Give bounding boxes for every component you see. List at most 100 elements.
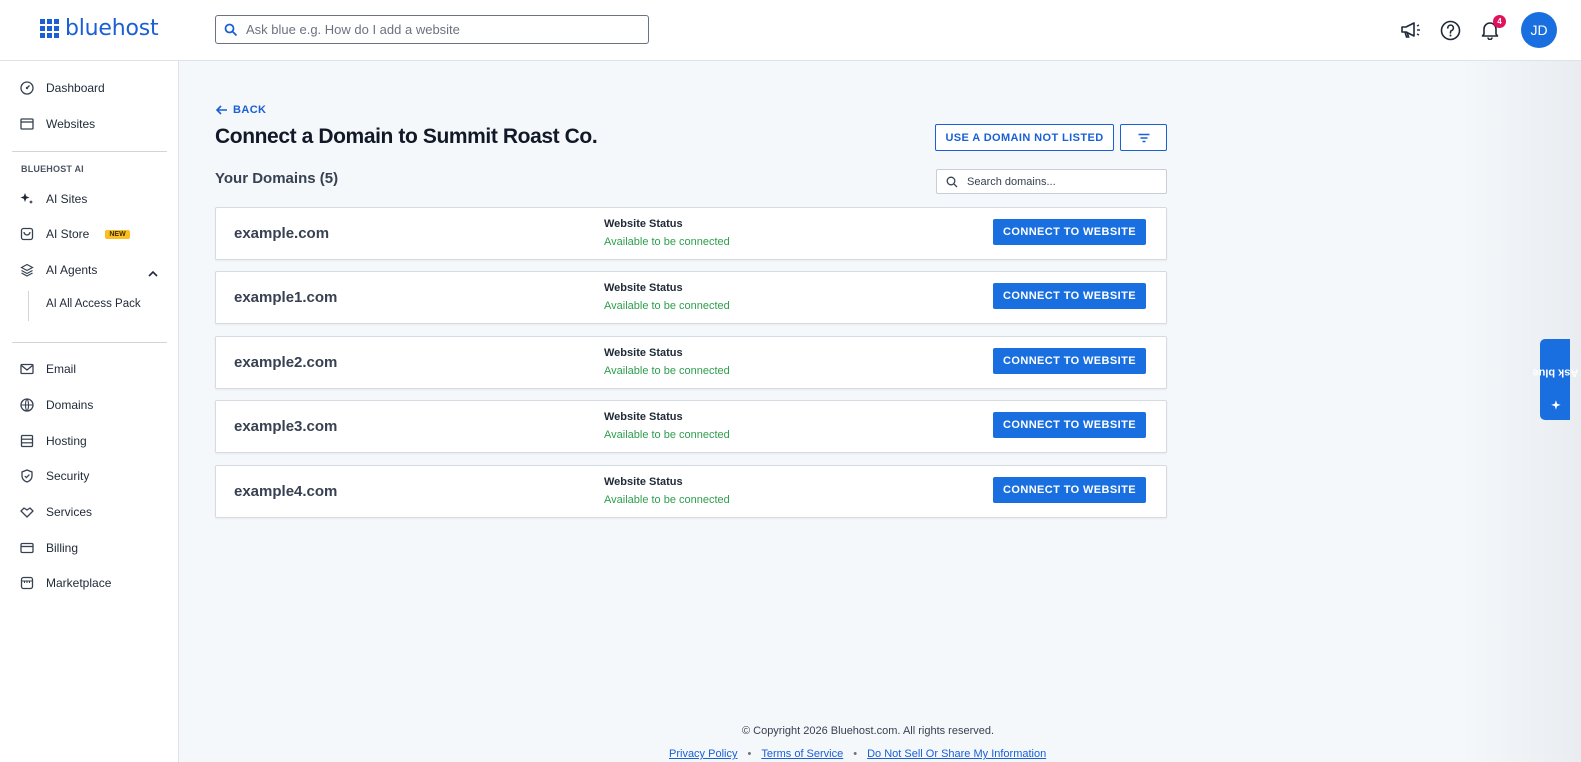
- connect-to-website-button[interactable]: CONNECT TO WEBSITE: [993, 348, 1146, 374]
- connect-to-website-button[interactable]: CONNECT TO WEBSITE: [993, 219, 1146, 245]
- sidebar: Dashboard Websites BLUEHOST AI AI Sites …: [0, 61, 179, 762]
- sidebar-subitem-ai-all-access-pack[interactable]: AI All Access Pack: [46, 298, 141, 310]
- connect-to-website-button[interactable]: CONNECT TO WEBSITE: [993, 283, 1146, 309]
- domain-name: example4.com: [234, 483, 338, 500]
- ask-blue-tab[interactable]: Ask blue: [1532, 339, 1578, 420]
- search-icon: [216, 16, 246, 43]
- sidebar-item-dashboard[interactable]: Dashboard: [20, 78, 105, 98]
- sidebar-item-ai-sites[interactable]: AI Sites: [20, 189, 87, 209]
- domains-heading: Your Domains (5): [215, 170, 339, 187]
- store-icon: [20, 227, 34, 241]
- new-badge: NEW: [105, 229, 130, 239]
- domain-search-input[interactable]: [967, 175, 1157, 188]
- footer-copyright: © Copyright 2026 Bluehost.com. All right…: [741, 725, 995, 737]
- help-icon[interactable]: [1438, 18, 1462, 42]
- domain-name: example2.com: [234, 354, 338, 371]
- shield-icon: [20, 469, 34, 483]
- credit-card-icon: [20, 541, 34, 555]
- website-status-value: Available to be connected: [604, 236, 730, 248]
- website-status-label: Website Status: [604, 347, 683, 359]
- logo-grid-icon: [40, 19, 59, 38]
- sidebar-item-label: Billing: [46, 541, 79, 555]
- sidebar-item-hosting[interactable]: Hosting: [20, 431, 87, 451]
- top-bar: bluehost 4 JD: [0, 0, 1581, 61]
- sidebar-item-billing[interactable]: Billing: [20, 538, 78, 558]
- ask-blue-search[interactable]: [215, 15, 649, 44]
- website-status-value: Available to be connected: [604, 429, 730, 441]
- page-title: Connect a Domain to Summit Roast Co.: [215, 125, 598, 148]
- sidebar-item-label: Domains: [46, 398, 94, 412]
- sidebar-item-websites[interactable]: Websites: [20, 114, 95, 134]
- sidebar-item-ai-store[interactable]: AI Store NEW: [20, 224, 130, 244]
- sidebar-item-label: AI Agents: [46, 263, 98, 277]
- website-status-value: Available to be connected: [604, 300, 730, 312]
- website-status-label: Website Status: [604, 218, 683, 230]
- sidebar-item-ai-agents[interactable]: AI Agents: [20, 260, 97, 280]
- sidebar-item-label: Dashboard: [46, 81, 105, 95]
- sidebar-section-label: BLUEHOST AI: [21, 164, 84, 174]
- sidebar-item-label: AI Sites: [46, 192, 88, 206]
- domain-name: example1.com: [234, 289, 338, 306]
- handshake-icon: [20, 505, 34, 519]
- sidebar-item-label: Marketplace: [46, 576, 112, 590]
- privacy-policy-link[interactable]: Privacy Policy: [669, 748, 737, 760]
- sidebar-item-marketplace[interactable]: Marketplace: [20, 573, 111, 593]
- website-status-value: Available to be connected: [604, 494, 730, 506]
- globe-icon: [20, 398, 34, 412]
- sidebar-item-domains[interactable]: Domains: [20, 395, 93, 415]
- back-label: BACK: [233, 104, 267, 116]
- domain-card: example2.com Website Status Available to…: [215, 336, 1167, 389]
- domain-card: example4.com Website Status Available to…: [215, 465, 1167, 518]
- sidebar-item-label: Services: [46, 505, 93, 519]
- logo-text: bluehost: [65, 16, 159, 41]
- sparkle-icon: [20, 192, 34, 206]
- domain-name: example3.com: [234, 418, 338, 435]
- separator-dot: •: [853, 748, 858, 760]
- server-icon: [20, 434, 34, 448]
- website-status-label: Website Status: [604, 282, 683, 294]
- ask-blue-search-input[interactable]: [246, 22, 636, 37]
- sidebar-item-label: Email: [46, 362, 77, 376]
- sub-nav-line: [28, 291, 29, 321]
- user-avatar[interactable]: JD: [1521, 12, 1557, 48]
- chevron-up-icon[interactable]: [147, 266, 159, 284]
- terms-of-service-link[interactable]: Terms of Service: [761, 748, 843, 760]
- sidebar-divider: [12, 151, 167, 152]
- domain-card: example1.com Website Status Available to…: [215, 271, 1167, 324]
- do-not-sell-link[interactable]: Do Not Sell Or Share My Information: [867, 748, 1046, 760]
- use-domain-not-listed-button[interactable]: USE A DOMAIN NOT LISTED: [935, 124, 1114, 151]
- filter-icon: [1138, 133, 1149, 142]
- footer-links: Privacy Policy • Terms of Service • Do N…: [669, 748, 1046, 760]
- domain-search[interactable]: [936, 169, 1167, 194]
- sidebar-divider: [12, 342, 167, 343]
- separator-dot: •: [747, 748, 752, 760]
- sidebar-item-security[interactable]: Security: [20, 466, 89, 486]
- connect-to-website-button[interactable]: CONNECT TO WEBSITE: [993, 477, 1146, 503]
- ask-blue-label: Ask blue: [1532, 366, 1578, 378]
- sidebar-item-label: Hosting: [46, 434, 87, 448]
- sidebar-item-label: Security: [46, 469, 90, 483]
- notification-count-badge: 4: [1493, 15, 1506, 28]
- notifications-bell-icon[interactable]: 4: [1478, 15, 1506, 42]
- dashboard-icon: [20, 81, 34, 95]
- back-link[interactable]: BACK: [216, 104, 266, 116]
- search-icon: [937, 176, 967, 188]
- sidebar-item-label: AI Store: [46, 227, 90, 241]
- arrow-left-icon: [216, 105, 227, 115]
- website-status-label: Website Status: [604, 476, 683, 488]
- sidebar-item-email[interactable]: Email: [20, 359, 76, 379]
- layers-icon: [20, 263, 34, 277]
- domain-name: example.com: [234, 225, 330, 242]
- announcements-megaphone-icon[interactable]: [1398, 18, 1422, 42]
- sidebar-item-services[interactable]: Services: [20, 502, 92, 522]
- websites-icon: [20, 117, 34, 131]
- bluehost-logo[interactable]: bluehost: [40, 16, 159, 41]
- filter-button[interactable]: [1120, 124, 1167, 151]
- website-status-value: Available to be connected: [604, 365, 730, 377]
- storefront-icon: [20, 576, 34, 590]
- domain-card: example3.com Website Status Available to…: [215, 400, 1167, 453]
- sidebar-item-label: Websites: [46, 117, 96, 131]
- domain-card: example.com Website Status Available to …: [215, 207, 1167, 260]
- mail-icon: [20, 362, 34, 376]
- connect-to-website-button[interactable]: CONNECT TO WEBSITE: [993, 412, 1146, 438]
